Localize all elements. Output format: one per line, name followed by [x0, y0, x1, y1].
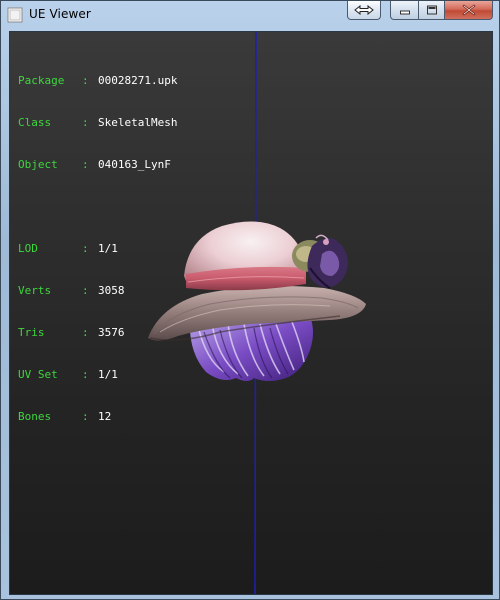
- info-row: LOD : 1/1: [18, 242, 177, 256]
- info-label: Object: [18, 158, 65, 171]
- info-row: Object : 040163_LynF: [18, 158, 177, 172]
- maximize-icon: [426, 5, 438, 15]
- title-bar[interactable]: UE Viewer: [1, 1, 499, 31]
- info-label: Bones: [18, 410, 65, 423]
- info-row: UV Set : 1/1: [18, 368, 177, 382]
- info-separator: :: [82, 368, 96, 381]
- info-separator: :: [82, 410, 96, 423]
- 3d-viewport[interactable]: Package: 00028271.upk Class : SkeletalMe…: [9, 31, 493, 595]
- info-separator: :: [82, 242, 96, 255]
- close-button[interactable]: [445, 1, 493, 20]
- info-value: 040163_LynF: [98, 158, 171, 171]
- app-window: UE Viewer Package: 00028271.upk Class:…: [0, 0, 500, 600]
- info-row: Bones : 12: [18, 410, 177, 424]
- info-value: 1/1: [98, 368, 118, 381]
- info-row: Package: 00028271.upk: [18, 74, 177, 88]
- info-separator: :: [82, 326, 96, 339]
- double-arrow-icon: [354, 5, 374, 15]
- info-separator: :: [82, 284, 96, 297]
- info-separator: :: [82, 116, 96, 129]
- fullscreen-button[interactable]: [347, 1, 381, 20]
- info-row: Tris : 3576: [18, 326, 177, 340]
- app-icon: [7, 7, 23, 23]
- minimize-icon: [399, 5, 411, 15]
- maximize-button[interactable]: [418, 1, 445, 20]
- info-value: 3058: [98, 284, 125, 297]
- info-value: SkeletalMesh: [98, 116, 178, 129]
- info-row: Class : SkeletalMesh: [18, 116, 177, 130]
- mesh-info-overlay: Package: 00028271.upk Class : SkeletalMe…: [18, 46, 177, 452]
- info-separator: :: [82, 158, 96, 171]
- info-separator: :: [82, 74, 96, 87]
- window-title: UE Viewer: [29, 7, 91, 21]
- minimize-button[interactable]: [390, 1, 418, 20]
- info-label: Tris: [18, 326, 65, 339]
- info-row: Verts : 3058: [18, 284, 177, 298]
- info-value: 1/1: [98, 242, 118, 255]
- info-label: Verts: [18, 284, 65, 297]
- info-label: LOD: [18, 242, 65, 255]
- info-label: Package: [18, 74, 65, 87]
- info-value: 00028271.upk: [98, 74, 178, 87]
- info-value: 3576: [98, 326, 125, 339]
- close-icon: [461, 4, 476, 16]
- hat-crown: [184, 221, 306, 291]
- info-value: 12: [98, 410, 112, 423]
- info-label: UV Set: [18, 368, 65, 381]
- info-label: Class: [18, 116, 65, 129]
